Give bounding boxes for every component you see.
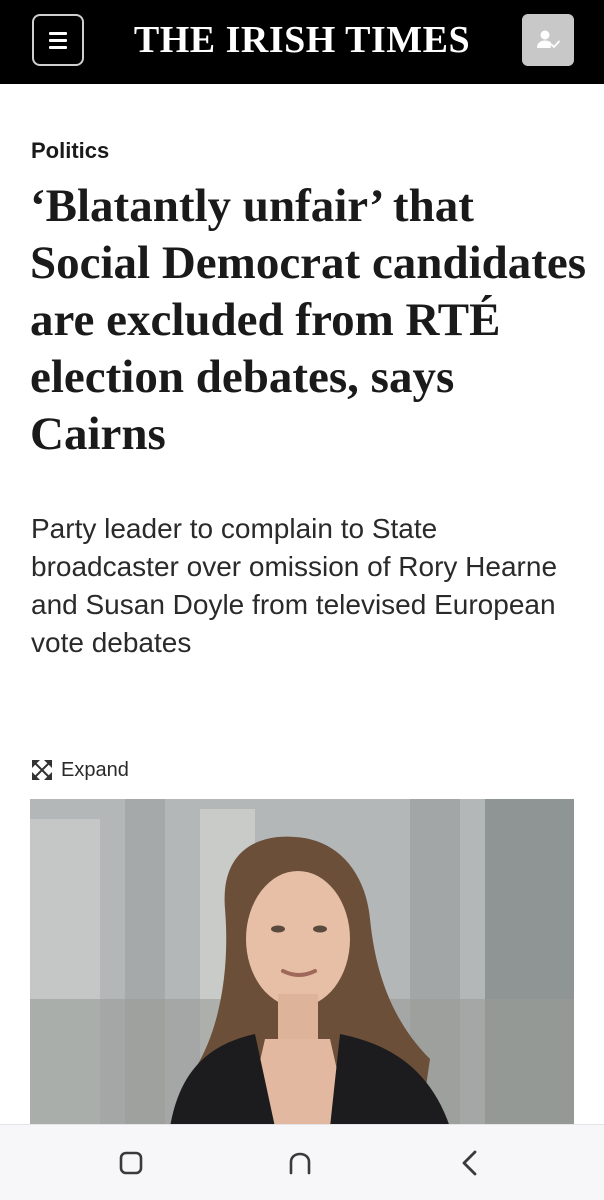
article-photo-illustration — [30, 799, 574, 1127]
recents-button[interactable] — [107, 1139, 155, 1187]
expand-image-button[interactable]: Expand — [31, 756, 129, 784]
menu-button[interactable] — [32, 14, 84, 66]
article-headline: ‘Blatantly unfair’ that Social Democrat … — [30, 180, 587, 460]
masthead-logo[interactable]: THE IRISH TIMES — [100, 14, 504, 66]
hamburger-icon-bar — [49, 31, 67, 35]
recents-square-icon — [119, 1151, 143, 1175]
expand-arrows-icon — [32, 760, 52, 780]
hamburger-icon-bar — [49, 45, 67, 49]
home-button[interactable] — [276, 1139, 324, 1187]
site-header: THE IRISH TIMES — [0, 0, 604, 84]
section-label[interactable]: Politics — [31, 138, 109, 164]
article-standfirst: Party leader to complain to State broadc… — [31, 513, 558, 658]
system-navigation-bar — [0, 1124, 604, 1200]
article-photo[interactable] — [30, 799, 574, 1127]
back-button[interactable] — [446, 1139, 494, 1187]
hamburger-icon-bar — [49, 38, 67, 42]
account-check-icon — [537, 30, 560, 48]
home-icon — [289, 1152, 311, 1175]
expand-label: Expand — [61, 758, 129, 781]
back-chevron-icon — [462, 1150, 477, 1176]
account-button[interactable] — [522, 14, 574, 66]
